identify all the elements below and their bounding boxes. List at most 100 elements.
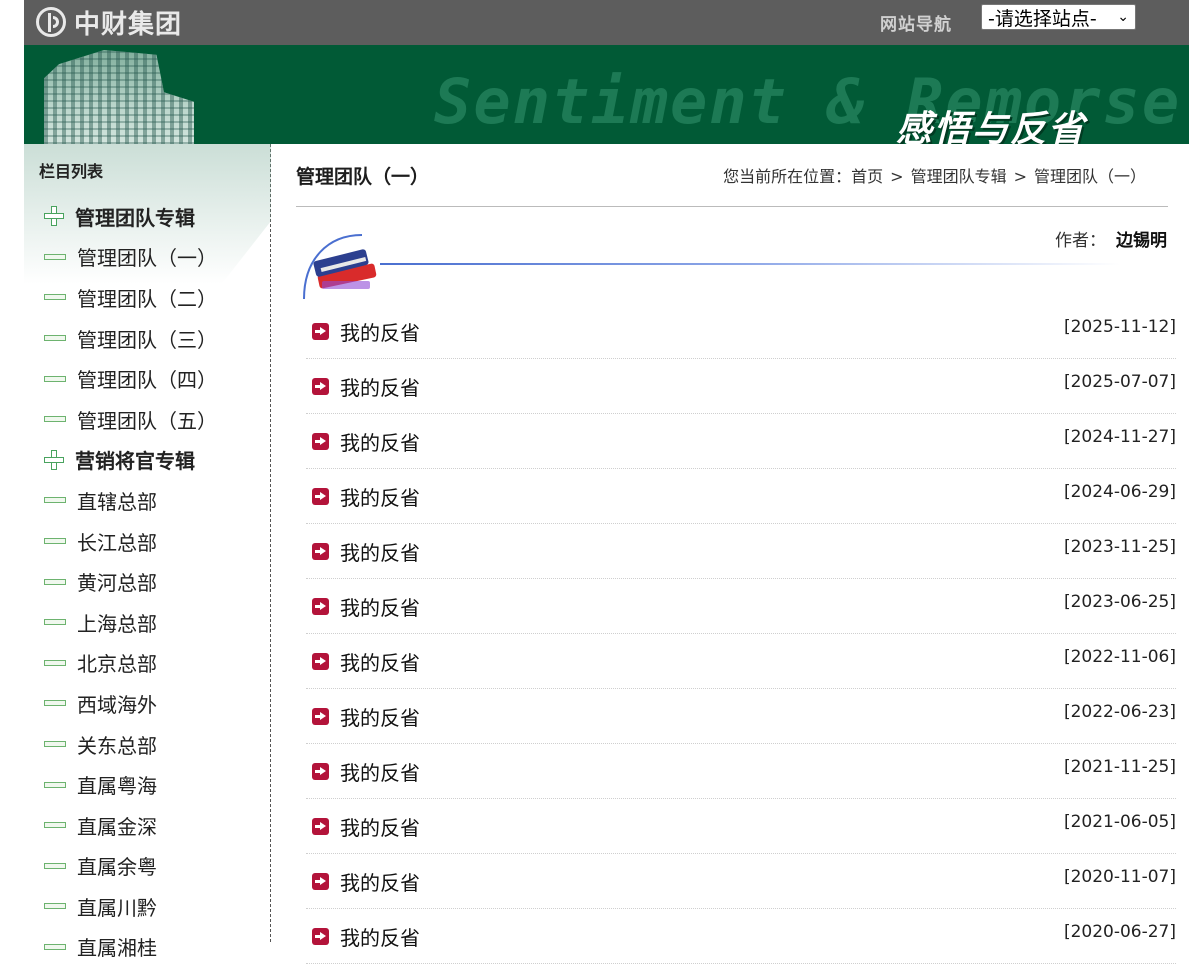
dash-icon: [44, 335, 66, 342]
article-date: [2025-11-12]: [1063, 317, 1176, 337]
article-date: [2024-11-27]: [1063, 427, 1176, 447]
sidebar-item[interactable]: 西域海外: [44, 683, 217, 724]
sidebar-item-label: 直属粤海: [77, 774, 157, 799]
article-title[interactable]: 我的反省: [340, 922, 420, 951]
article-row[interactable]: 我的反省 [2022-11-06]: [306, 634, 1176, 689]
sidebar-item-label: 管理团队（二）: [77, 286, 217, 311]
main-content: 管理团队（一） 您当前所在位置：首页 > 管理团队专辑 > 管理团队（一） 作者： 边锡明…: [296, 144, 1186, 964]
dash-icon: [44, 700, 66, 707]
article-row[interactable]: 我的反省 [2021-06-05]: [306, 799, 1176, 854]
decorative-line: [380, 263, 1120, 265]
arrow-right-icon: [312, 322, 329, 340]
dash-icon: [44, 659, 66, 666]
sidebar-item[interactable]: 上海总部: [44, 602, 217, 643]
banner-title: 感悟与反省: [896, 109, 1087, 144]
article-title[interactable]: 我的反省: [340, 812, 420, 841]
sidebar-item[interactable]: 北京总部: [44, 643, 217, 684]
breadcrumb: 您当前所在位置：首页 > 管理团队专辑 > 管理团队（一）: [723, 163, 1146, 187]
sidebar-item[interactable]: 管理团队（四）: [44, 358, 217, 399]
article-date: [2023-11-25]: [1063, 537, 1176, 557]
dash-icon: [44, 253, 66, 260]
article-date: [2020-11-07]: [1063, 867, 1176, 887]
sidebar-category[interactable]: 营销将官专辑: [44, 440, 217, 481]
logo[interactable]: 中财集团: [36, 5, 183, 40]
sidebar-item[interactable]: 直辖总部: [44, 480, 217, 521]
sidebar-item[interactable]: 管理团队（五）: [44, 399, 217, 440]
dash-icon: [44, 538, 66, 545]
article-row[interactable]: 我的反省 [2024-11-27]: [306, 414, 1176, 469]
site-nav-label: 网站导航: [880, 15, 952, 35]
article-date: [2021-11-25]: [1063, 757, 1176, 777]
sidebar-item[interactable]: 关东总部: [44, 724, 217, 765]
dash-icon: [44, 781, 66, 788]
article-row[interactable]: 我的反省 [2021-11-25]: [306, 744, 1176, 799]
article-title[interactable]: 我的反省: [340, 317, 420, 346]
article-row[interactable]: 我的反省 [2023-11-25]: [306, 524, 1176, 579]
sidebar-item[interactable]: 直属余粤: [44, 846, 217, 887]
sidebar-item-label: 长江总部: [77, 530, 157, 555]
dash-icon: [44, 943, 66, 950]
dash-icon: [44, 578, 66, 585]
article-title[interactable]: 我的反省: [340, 427, 420, 456]
article-row[interactable]: 我的反省 [2025-11-12]: [306, 304, 1176, 359]
article-row[interactable]: 我的反省 [2020-11-07]: [306, 854, 1176, 909]
arrow-right-icon: [312, 817, 329, 835]
breadcrumb-current[interactable]: 管理团队（一）: [1034, 167, 1146, 186]
sidebar-list: 管理团队专辑 管理团队（一） 管理团队（二） 管理团队（三） 管理团队（四） 管理团队（五…: [44, 196, 217, 967]
sidebar-item[interactable]: 长江总部: [44, 521, 217, 562]
article-row[interactable]: 我的反省 [2024-06-29]: [306, 469, 1176, 524]
breadcrumb-home[interactable]: 首页: [851, 167, 883, 186]
sidebar-item[interactable]: 管理团队（二）: [44, 277, 217, 318]
sidebar-item[interactable]: 直属川黔: [44, 886, 217, 927]
building-windows: [44, 50, 194, 144]
article-title[interactable]: 我的反省: [340, 372, 420, 401]
article-date: [2020-06-27]: [1063, 922, 1176, 942]
arrow-right-icon: [312, 707, 329, 725]
sidebar-category[interactable]: 管理团队专辑: [44, 196, 217, 237]
dash-icon: [44, 862, 66, 869]
breadcrumb-section[interactable]: 管理团队专辑: [911, 167, 1007, 186]
arrow-right-icon: [312, 652, 329, 670]
author-name: 边锡明: [1116, 231, 1167, 251]
book-icon: [303, 234, 377, 300]
sidebar-item-label: 管理团队（三）: [77, 327, 217, 352]
arrow-right-icon: [312, 872, 329, 890]
breadcrumb-separator: >: [1013, 167, 1027, 186]
sidebar-item-label: 黄河总部: [77, 571, 157, 596]
author-label: 作者：: [1055, 231, 1106, 251]
sidebar-item[interactable]: 直属湘桂: [44, 927, 217, 967]
sidebar-item-label: 关东总部: [77, 733, 157, 758]
sidebar-item-label: 直属金深: [77, 814, 157, 839]
article-row[interactable]: 我的反省 [2020-06-27]: [306, 909, 1176, 964]
sidebar-item[interactable]: 黄河总部: [44, 561, 217, 602]
page-title: 管理团队（一）: [296, 166, 430, 188]
dash-icon: [44, 294, 66, 301]
chevron-down-icon: ⌄: [1117, 9, 1129, 25]
article-title[interactable]: 我的反省: [340, 647, 420, 676]
article-title[interactable]: 我的反省: [340, 482, 420, 511]
sidebar: 栏目列表 管理团队专辑 管理团队（一） 管理团队（二） 管理团队（三） 管理团队（四） 管…: [24, 144, 271, 960]
dash-icon: [44, 903, 66, 910]
sidebar-item-label: 北京总部: [77, 652, 157, 677]
article-row[interactable]: 我的反省 [2022-06-23]: [306, 689, 1176, 744]
article-title[interactable]: 我的反省: [340, 867, 420, 896]
article-row[interactable]: 我的反省 [2023-06-25]: [306, 579, 1176, 634]
sidebar-item[interactable]: 直属金深: [44, 805, 217, 846]
page: 中财集团 网站导航 -请选择站点- ⌄ Sentiment & Remorse …: [24, 0, 1189, 964]
dash-icon: [44, 416, 66, 423]
sidebar-item-label: 营销将官专辑: [75, 449, 195, 474]
site-select[interactable]: -请选择站点- ⌄: [981, 4, 1136, 30]
dash-icon: [44, 822, 66, 829]
sidebar-item[interactable]: 管理团队（三）: [44, 318, 217, 359]
article-title[interactable]: 我的反省: [340, 537, 420, 566]
article-row[interactable]: 我的反省 [2025-07-07]: [306, 359, 1176, 414]
dash-icon: [44, 497, 66, 504]
article-title[interactable]: 我的反省: [340, 757, 420, 786]
site-select-value: -请选择站点-: [988, 7, 1097, 30]
author-info: 作者： 边锡明: [1055, 226, 1167, 251]
article-title[interactable]: 我的反省: [340, 702, 420, 731]
article-title[interactable]: 我的反省: [340, 592, 420, 621]
logo-text: 中财集团: [74, 9, 183, 40]
sidebar-item[interactable]: 直属粤海: [44, 764, 217, 805]
sidebar-item[interactable]: 管理团队（一）: [44, 237, 217, 278]
